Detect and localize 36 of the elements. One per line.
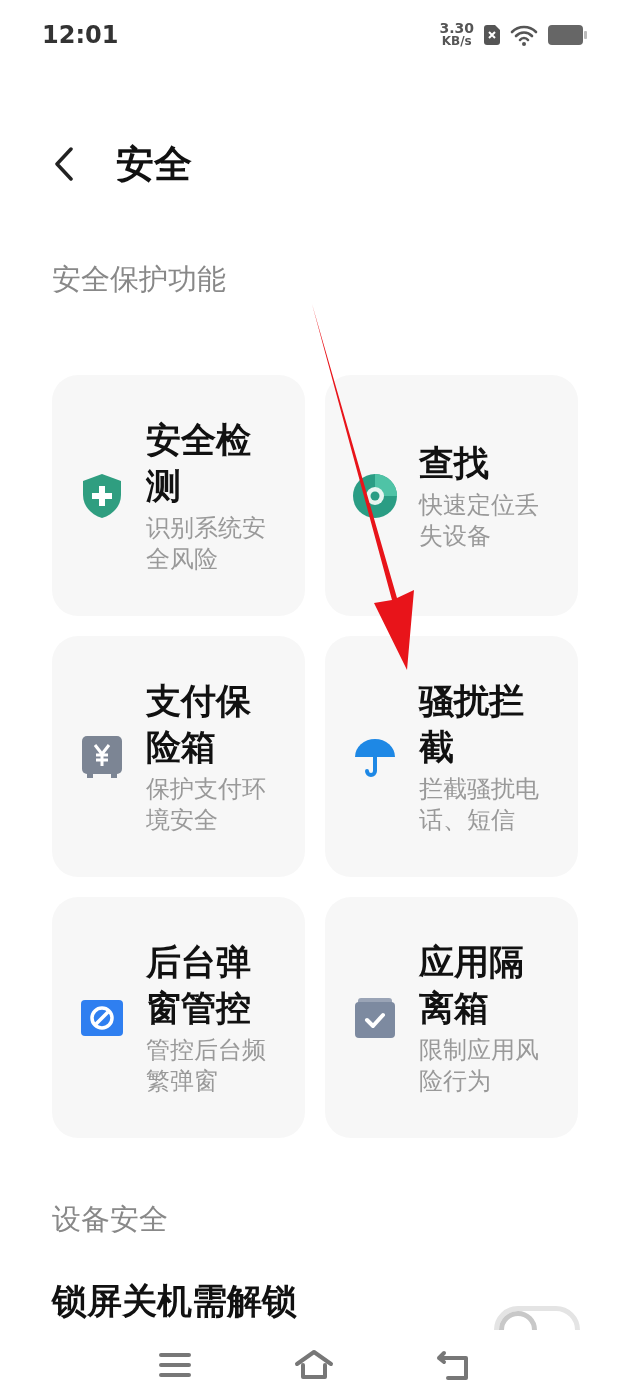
card-subtitle: 保护支付环境安全: [146, 773, 267, 836]
no-sim-icon: [484, 25, 500, 45]
setting-label: 锁屏关机需解锁: [52, 1279, 297, 1323]
shield-icon: [81, 472, 123, 519]
back-icon[interactable]: [436, 1349, 470, 1381]
card-subtitle: 管控后台频繁弹窗: [146, 1034, 267, 1097]
battery-icon: [548, 24, 588, 46]
status-time: 12:01: [42, 20, 119, 51]
card-title: 应用隔离箱: [419, 940, 525, 1030]
wifi-icon: [510, 24, 538, 46]
menu-icon[interactable]: [158, 1351, 192, 1379]
network-speed-unit: KB/s: [441, 35, 472, 48]
archive-check-icon: [355, 997, 395, 1038]
page-title: 安全: [116, 140, 192, 188]
feature-card[interactable]: 支付保险箱 保护支付环境安全: [52, 636, 305, 877]
card-subtitle: 拦截骚扰电话、短信: [419, 773, 540, 836]
feature-card[interactable]: 查找 快速定位丢失设备: [325, 375, 578, 616]
safe-icon: [82, 735, 122, 778]
card-title: 后台弹窗管控: [146, 940, 252, 1030]
card-title: 查找: [419, 441, 490, 485]
feature-card[interactable]: 后台弹窗管控 管控后台频繁弹窗: [52, 897, 305, 1138]
card-title: 骚扰拦截: [419, 679, 525, 769]
card-subtitle: 限制应用风险行为: [419, 1034, 540, 1097]
section-title: 安全保护功能: [52, 261, 226, 299]
card-title: 支付保险箱: [146, 679, 252, 769]
network-speed-value: 3.30: [439, 22, 474, 35]
card-subtitle: 快速定位丢失设备: [419, 489, 540, 552]
block-icon: [81, 999, 123, 1036]
card-title: 安全检测: [146, 418, 252, 508]
feature-card[interactable]: 应用隔离箱 限制应用风险行为: [325, 897, 578, 1138]
feature-card[interactable]: 骚扰拦截 拦截骚扰电话、短信: [325, 636, 578, 877]
card-subtitle: 识别系统安全风险: [146, 512, 267, 575]
target-icon: [353, 473, 397, 518]
section-title: 设备安全: [52, 1201, 168, 1239]
home-icon[interactable]: [294, 1349, 334, 1381]
feature-card[interactable]: 安全检测 识别系统安全风险: [52, 375, 305, 616]
